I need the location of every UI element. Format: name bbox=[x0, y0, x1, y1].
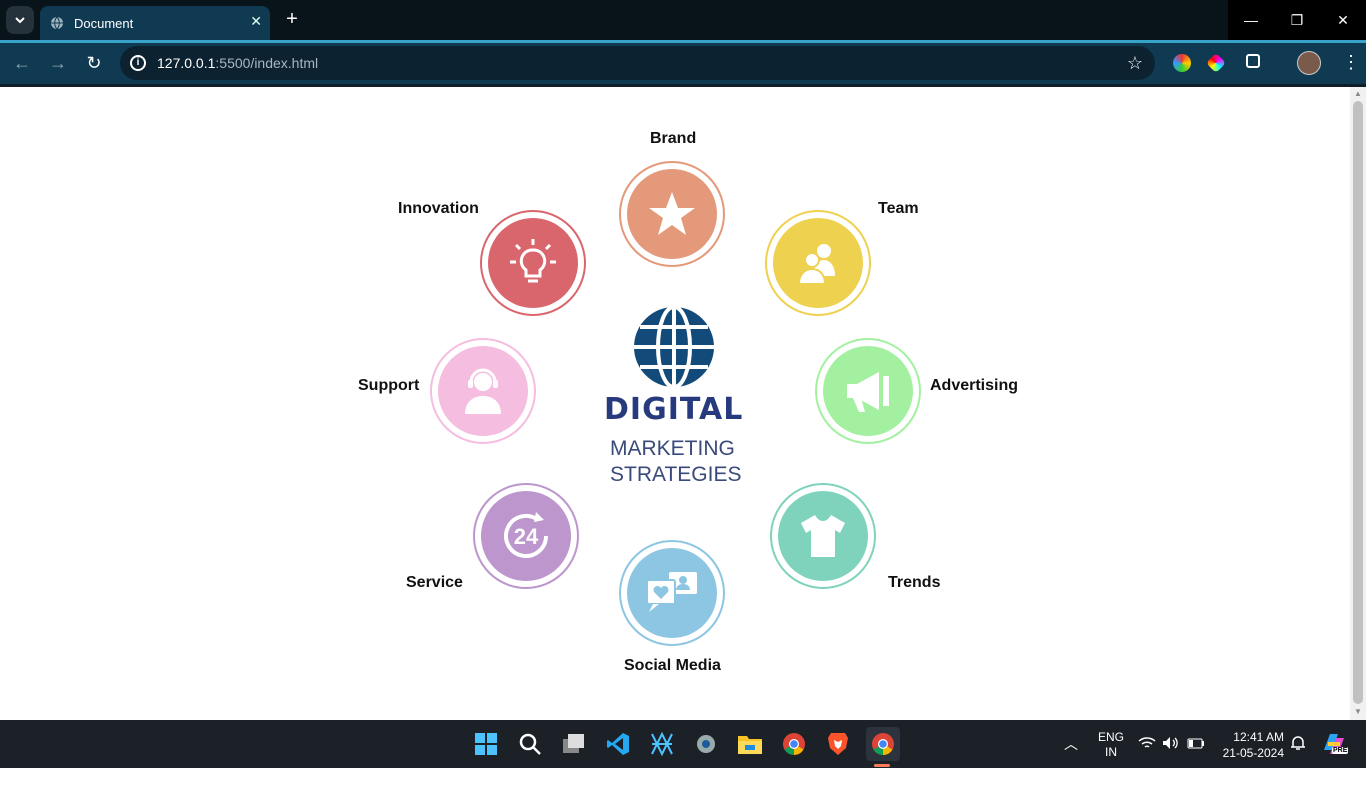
file-explorer-icon[interactable] bbox=[736, 730, 764, 758]
label-innovation: Innovation bbox=[398, 200, 479, 217]
new-tab-button[interactable]: + bbox=[280, 8, 304, 32]
battery-icon[interactable] bbox=[1187, 738, 1205, 786]
clock-time: 12:41 AM bbox=[1233, 730, 1284, 744]
tab-document[interactable]: Document ✕ bbox=[40, 6, 270, 40]
extensions-puzzle-icon[interactable] bbox=[1246, 54, 1260, 68]
browser-toolbar: ← → ↻ i 127.0.0.1:5500/index.html ☆ ⋮ bbox=[0, 43, 1366, 84]
disc bbox=[778, 491, 868, 581]
scroll-down-arrow[interactable]: ▼ bbox=[1353, 707, 1363, 717]
task-view-icon[interactable] bbox=[560, 730, 588, 758]
clock[interactable]: 12:41 AM 21-05-2024 bbox=[1220, 729, 1284, 777]
copilot-icon[interactable]: PRE bbox=[1320, 730, 1349, 758]
scroll-up-arrow[interactable]: ▲ bbox=[1353, 89, 1363, 99]
address-bar[interactable]: i 127.0.0.1:5500/index.html ☆ bbox=[120, 46, 1155, 80]
chrome-icon[interactable] bbox=[780, 730, 808, 758]
extension-color-icon[interactable] bbox=[1173, 54, 1191, 72]
subtitle-line-2: STRATEGIES bbox=[610, 463, 742, 486]
label-trends: Trends bbox=[888, 574, 941, 591]
window-controls: — ❐ ✕ bbox=[1228, 0, 1366, 40]
disc bbox=[438, 346, 528, 436]
page-subtitle: MARKETING STRATEGIES bbox=[610, 436, 741, 488]
tab-title: Document bbox=[74, 15, 134, 31]
scroll-thumb[interactable] bbox=[1353, 101, 1363, 704]
restore-button[interactable]: ❐ bbox=[1274, 0, 1320, 40]
strategy-innovation bbox=[480, 210, 586, 316]
back-button[interactable]: ← bbox=[12, 53, 32, 73]
browser-chrome: Document ✕ + — ❐ ✕ ← → ↻ i 127.0.0.1:550… bbox=[0, 0, 1366, 87]
strategy-social-media bbox=[619, 540, 725, 646]
profile-avatar[interactable] bbox=[1297, 51, 1321, 75]
close-window-button[interactable]: ✕ bbox=[1320, 0, 1366, 40]
browser-menu-icon[interactable]: ⋮ bbox=[1342, 53, 1360, 71]
clock-date: 21-05-2024 bbox=[1222, 746, 1284, 760]
headset-icon bbox=[465, 368, 501, 414]
globe-icon bbox=[634, 305, 714, 389]
star-icon bbox=[649, 192, 695, 235]
close-tab-icon[interactable]: ✕ bbox=[250, 13, 262, 30]
show-hidden-icons-icon[interactable]: ︿ bbox=[1064, 734, 1078, 782]
extension-palette-icon[interactable] bbox=[1206, 53, 1226, 73]
label-support: Support bbox=[358, 377, 420, 394]
page-title: DIGITAL bbox=[604, 392, 744, 427]
reload-button[interactable]: ↻ bbox=[84, 53, 104, 73]
24h-icon: 24 bbox=[504, 512, 548, 558]
strategy-brand bbox=[619, 161, 725, 267]
chevron-down-icon bbox=[15, 17, 25, 24]
page-scrollbar[interactable]: ▲ ▼ bbox=[1350, 87, 1366, 720]
search-icon[interactable] bbox=[516, 730, 544, 758]
brave-icon[interactable] bbox=[824, 730, 852, 758]
disc bbox=[627, 169, 717, 259]
chat-icon bbox=[646, 572, 697, 612]
strategy-service: 24 bbox=[473, 483, 579, 589]
svg-text:24: 24 bbox=[514, 524, 539, 549]
active-app-indicator bbox=[874, 764, 890, 767]
volume-icon[interactable] bbox=[1162, 736, 1180, 784]
bookmark-star-icon[interactable]: ☆ bbox=[1127, 53, 1143, 74]
disc bbox=[823, 346, 913, 436]
globe-icon bbox=[51, 16, 63, 30]
start-windows-icon[interactable] bbox=[472, 730, 500, 758]
label-team: Team bbox=[878, 200, 919, 217]
megaphone-icon bbox=[847, 372, 889, 412]
chrome-profile-active-icon[interactable] bbox=[866, 727, 900, 761]
label-service: Service bbox=[406, 574, 463, 591]
team-icon bbox=[797, 244, 835, 285]
label-social-media: Social Media bbox=[624, 657, 721, 674]
label-advertising: Advertising bbox=[930, 377, 1019, 394]
forward-button[interactable]: → bbox=[48, 53, 68, 73]
lightbulb-icon bbox=[510, 239, 556, 283]
strategy-advertising bbox=[815, 338, 921, 444]
disc bbox=[627, 548, 717, 638]
site-info-icon[interactable]: i bbox=[130, 55, 146, 71]
taskbar: ︿ ENG IN 12:41 AM 21-05-2024 PRE bbox=[0, 720, 1366, 768]
strategy-support bbox=[430, 338, 536, 444]
disc bbox=[773, 218, 863, 308]
tab-strip: Document ✕ + — ❐ ✕ bbox=[0, 0, 1366, 40]
copilot-badge: PRE bbox=[1332, 747, 1349, 754]
disc bbox=[488, 218, 578, 308]
label-brand: Brand bbox=[650, 130, 697, 147]
tshirt-icon bbox=[801, 515, 845, 557]
tab-search-button[interactable] bbox=[6, 6, 34, 34]
vscode-icon[interactable] bbox=[604, 730, 632, 758]
language-indicator[interactable]: ENG IN bbox=[1098, 730, 1124, 778]
strategy-trends bbox=[770, 483, 876, 589]
notification-bell-icon[interactable] bbox=[1290, 735, 1306, 783]
app-network-icon[interactable] bbox=[648, 730, 676, 758]
lang-top: ENG bbox=[1098, 730, 1125, 744]
settings-gear-icon[interactable] bbox=[692, 730, 720, 758]
url-text[interactable]: 127.0.0.1:5500/index.html bbox=[157, 55, 318, 71]
subtitle-line-1: MARKETING bbox=[610, 437, 735, 460]
strategy-team bbox=[765, 210, 871, 316]
lang-bottom: IN bbox=[1105, 745, 1117, 759]
minimize-button[interactable]: — bbox=[1228, 0, 1274, 40]
wifi-icon[interactable] bbox=[1138, 736, 1156, 784]
disc: 24 bbox=[481, 491, 571, 581]
